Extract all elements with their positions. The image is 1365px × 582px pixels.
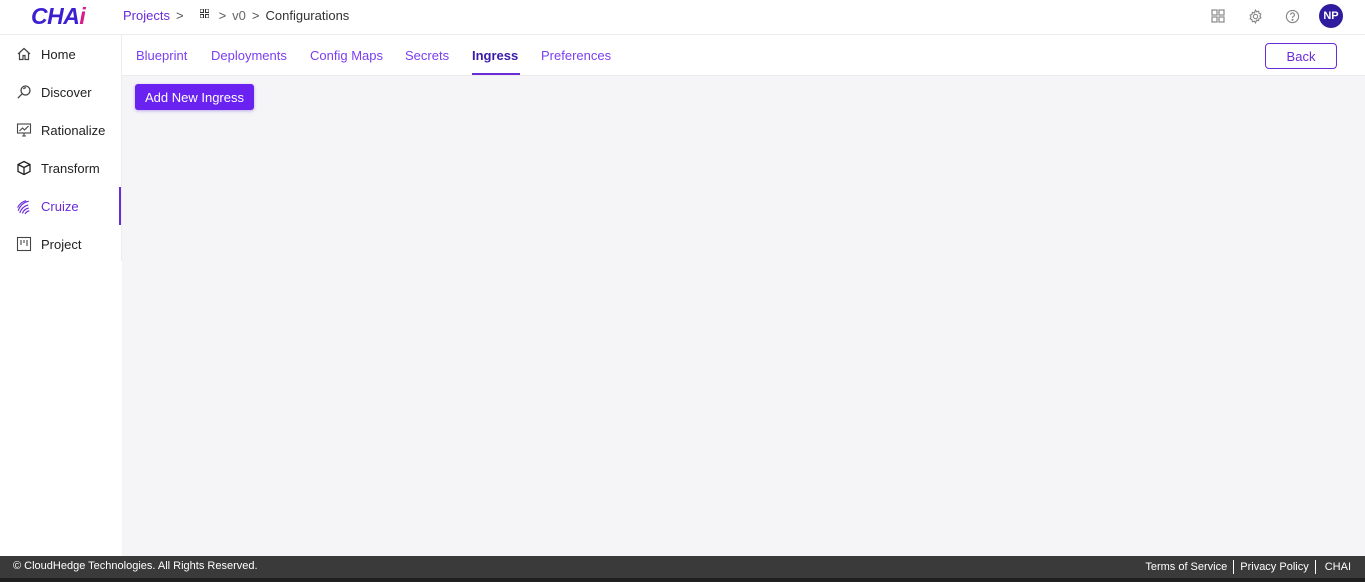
help-icon[interactable] [1283,7,1301,25]
fingerprint-icon [15,197,33,215]
search-icon [15,83,33,101]
privacy-policy-link[interactable]: Privacy Policy [1234,561,1314,573]
footer: © CloudHedge Technologies. All Rights Re… [0,556,1365,578]
sidebar-item-label: Home [41,46,76,62]
tab-secrets[interactable]: Secrets [405,48,449,63]
cube-icon [15,159,33,177]
breadcrumb-separator: > [251,7,260,23]
grid-icon[interactable] [199,8,210,21]
top-header: CHAi Projects > > v0 > Configurations NP [0,0,1365,35]
apps-grid-icon[interactable] [1209,7,1227,25]
terms-of-service-link[interactable]: Terms of Service [1139,561,1233,573]
sidebar-item-label: Discover [41,84,92,100]
sidebar-item-cruize[interactable]: Cruize [0,187,121,225]
footer-bottom-bar [0,578,1365,582]
home-icon [15,45,33,63]
sidebar-item-home[interactable]: Home [0,35,121,73]
main-content: Blueprint Deployments Config Maps Secret… [122,35,1365,556]
tab-config-maps[interactable]: Config Maps [310,48,383,63]
sidebar-item-label: Transform [41,160,100,176]
sidebar-item-label: Project [41,236,82,252]
tab-preferences[interactable]: Preferences [541,48,611,63]
sidebar-item-project[interactable]: Project [0,225,121,263]
tab-deployments[interactable]: Deployments [211,48,287,63]
footer-links: Terms of Service Privacy Policy CHAI [1139,559,1351,575]
sidebar-item-label: Rationalize [41,122,106,138]
breadcrumb-current: Configurations [265,7,350,23]
back-button[interactable]: Back [1265,43,1337,69]
user-avatar[interactable]: NP [1319,4,1343,28]
tab-ingress[interactable]: Ingress [472,48,518,63]
add-new-ingress-button[interactable]: Add New Ingress [135,84,254,110]
active-tab-indicator [472,73,520,75]
breadcrumb-version[interactable]: v0 [232,8,246,23]
chai-logo[interactable]: CHAi [31,3,86,30]
sidebar-item-label: Cruize [41,198,79,214]
breadcrumb-separator: > [218,7,227,23]
breadcrumb-projects-link[interactable]: Projects [123,8,170,23]
config-tabs: Blueprint Deployments Config Maps Secret… [122,35,1365,76]
sidebar-item-transform[interactable]: Transform [0,149,121,187]
sidebar-item-discover[interactable]: Discover [0,73,121,111]
chai-footer-link[interactable]: CHAI [1316,561,1351,573]
copyright-text: © CloudHedge Technologies. All Rights Re… [13,560,258,572]
sidebar: Home Discover Rationalize Transform Crui… [0,35,122,556]
chart-icon [15,121,33,139]
breadcrumb: Projects > > v0 > Configurations [123,7,349,23]
board-icon [15,235,33,253]
tab-blueprint[interactable]: Blueprint [136,48,187,63]
gear-icon[interactable] [1246,7,1264,25]
sidebar-item-rationalize[interactable]: Rationalize [0,111,121,149]
breadcrumb-separator: > [175,7,184,23]
header-actions: NP [1190,4,1343,28]
